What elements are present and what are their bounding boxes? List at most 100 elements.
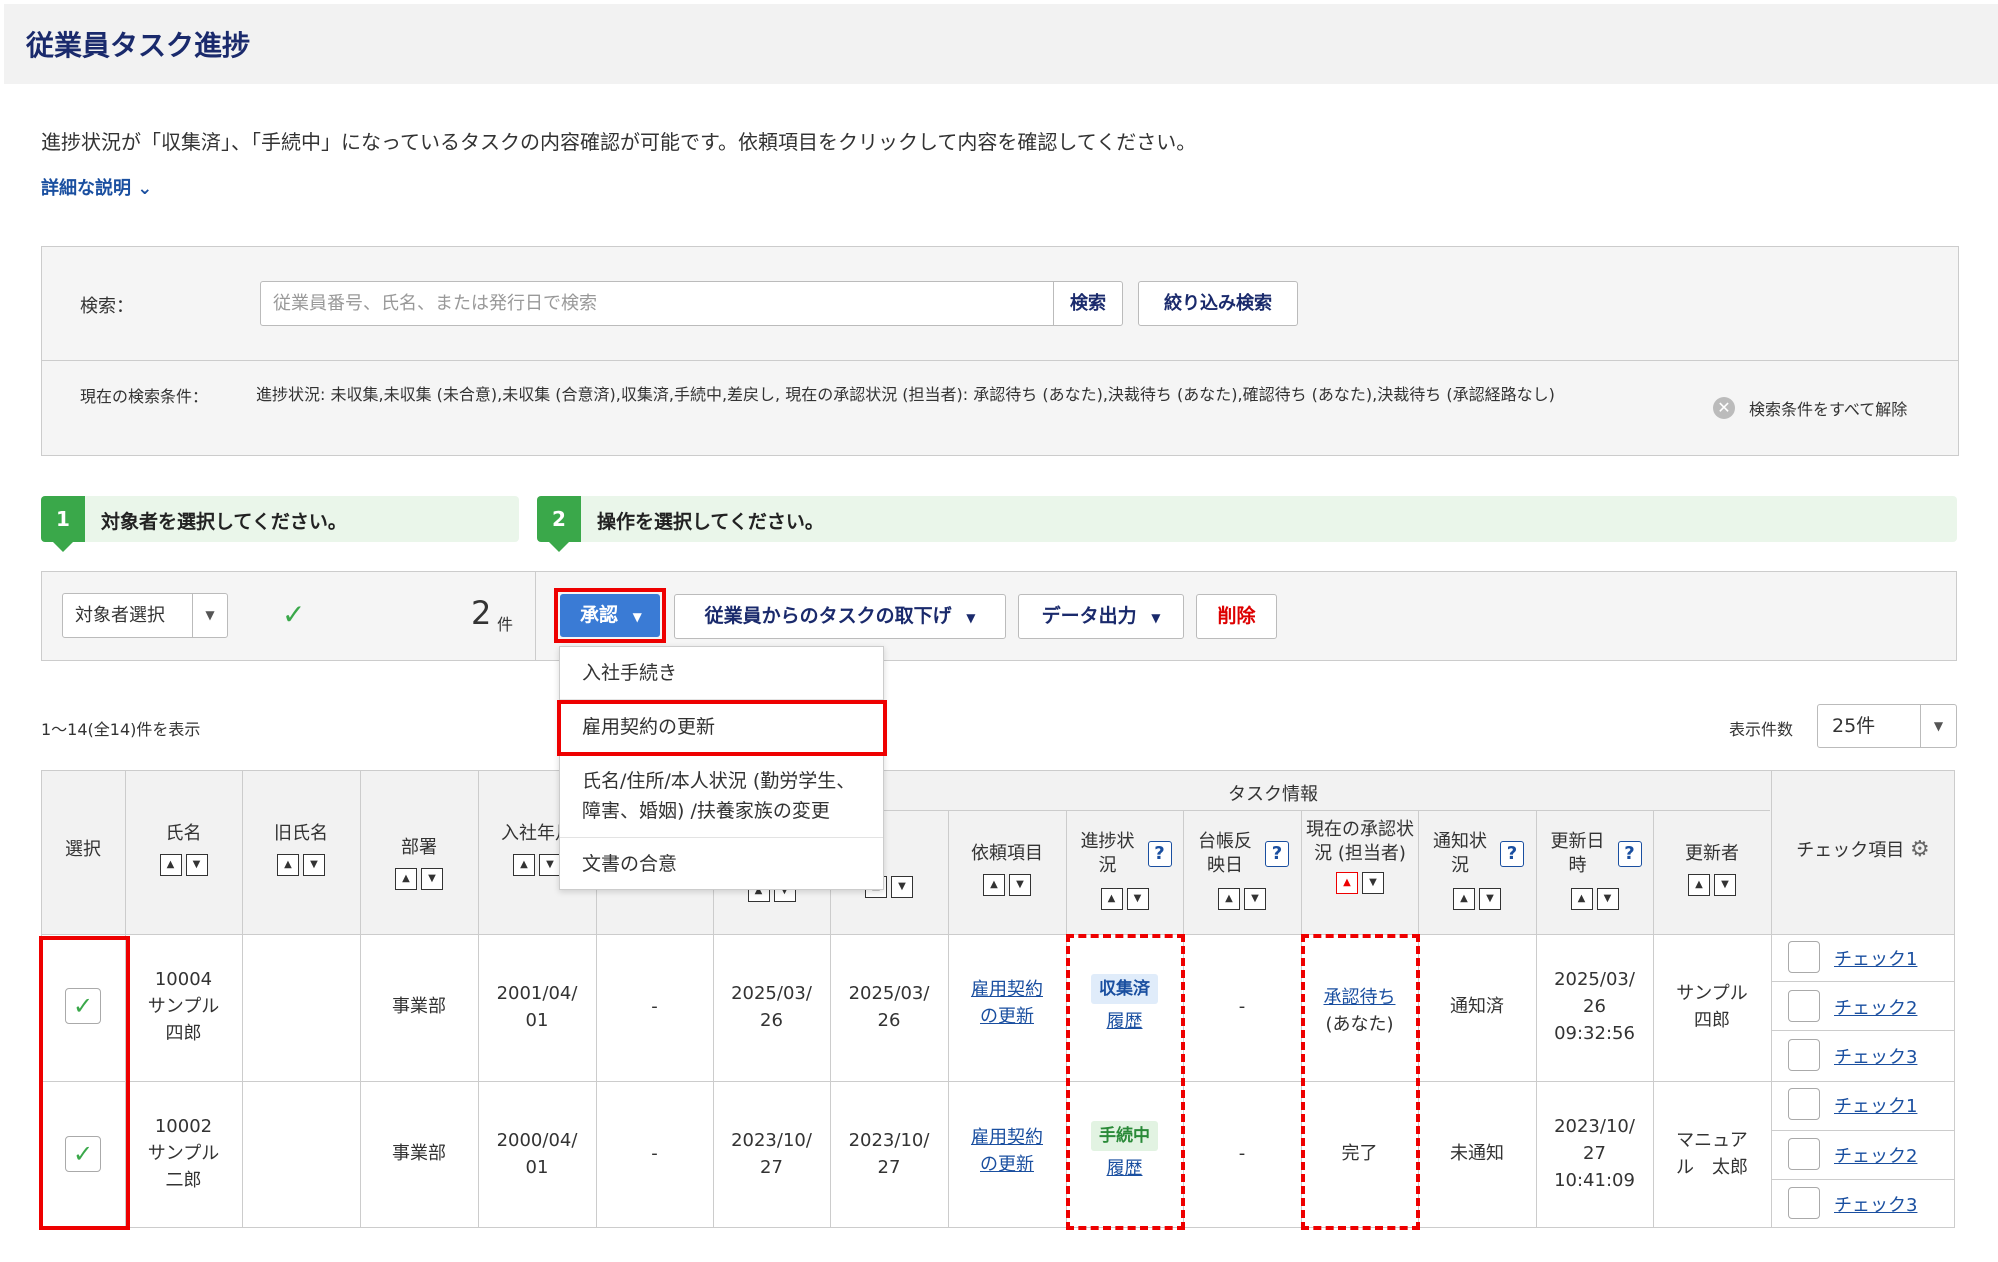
sort-up-icon[interactable]: ▲ (513, 854, 535, 876)
selected-count: 2 (471, 594, 492, 632)
help-icon[interactable]: ? (1500, 841, 1524, 867)
search-button[interactable]: 検索 (1053, 281, 1123, 326)
gear-icon[interactable]: ⚙ (1910, 837, 1930, 862)
sort-up-icon[interactable]: ▲ (1570, 888, 1593, 910)
help-icon[interactable]: ? (1265, 841, 1289, 867)
withdraw-button[interactable]: 従業員からのタスクの取下げ ▼ (674, 594, 1006, 639)
sort-down-icon[interactable]: ▼ (1244, 888, 1266, 910)
check-item-link[interactable]: チェック1 (1834, 945, 1917, 971)
menu-item[interactable]: 文書の合意 (560, 838, 883, 891)
sort-down-icon[interactable]: ▼ (1714, 874, 1736, 896)
col-header-old-name: 旧氏名 ▲ ▼ (242, 822, 360, 876)
date-cell: 2023/10/ 27 (848, 1130, 930, 1178)
step-1: 1 対象者を選択してください。 (41, 496, 519, 552)
check-item-link[interactable]: チェック2 (1834, 994, 1917, 1020)
sort-up-icon[interactable]: ▲ (1453, 888, 1475, 910)
highlight-box (557, 700, 887, 756)
date-cell: 2025/03/ 26 (848, 983, 930, 1031)
dept-cell: 事業部 (392, 1143, 446, 1164)
sort-up-icon[interactable]: ▲ (983, 874, 1005, 896)
notify-cell: 通知済 (1450, 996, 1504, 1017)
export-button[interactable]: データ出力 ▼ (1018, 594, 1184, 639)
page-header: 従業員タスク進捗 (4, 4, 1998, 84)
per-page-label: 表示件数 (1729, 720, 1794, 739)
page-title: 従業員タスク進捗 (26, 29, 251, 62)
sort-down-icon[interactable]: ▼ (421, 868, 443, 890)
caret-down-icon[interactable]: ▼ (192, 594, 227, 637)
hire-cell: 2000/04/ 01 (496, 1130, 578, 1178)
search-input[interactable]: 従業員番号、氏名、または発行日で検索 (260, 281, 1054, 326)
caret-down-icon[interactable]: ▼ (1920, 705, 1956, 747)
col-header-approval: 現在の承認状況 (担当者) ▲ ▼ (1305, 818, 1415, 894)
caret-down-icon: ▼ (966, 611, 976, 625)
help-icon[interactable]: ? (1617, 841, 1642, 867)
sort-down-icon[interactable]: ▼ (1009, 874, 1031, 896)
col-header-dept: 部署 ▲ ▼ (360, 836, 478, 890)
col-header-request: 依頼項目 ▲ ▼ (948, 842, 1066, 896)
sort-down-icon[interactable]: ▼ (1479, 888, 1501, 910)
chevron-down-icon: ⌄ (137, 178, 153, 199)
updater-cell: サンプル 四郎 (1676, 983, 1748, 1031)
search-label: 検索： (80, 296, 134, 317)
sort-up-icon[interactable]: ▲ (1218, 888, 1240, 910)
notify-cell: 未通知 (1450, 1143, 1504, 1164)
sort-down-icon[interactable]: ▼ (891, 876, 913, 898)
filter-search-button[interactable]: 絞り込み検索 (1138, 281, 1298, 326)
sort-up-icon[interactable]: ▲ (1336, 872, 1358, 894)
sort-down-icon[interactable]: ▼ (1126, 888, 1149, 910)
check-item-checkbox[interactable] (1788, 1187, 1820, 1219)
search-panel (41, 246, 1959, 456)
ledger-cell: - (1238, 1143, 1246, 1164)
check-item-checkbox[interactable] (1788, 1088, 1820, 1120)
sort-up-icon[interactable]: ▲ (1688, 874, 1710, 896)
col-header-updater: 更新者 ▲ ▼ (1653, 842, 1771, 896)
sort-up-icon[interactable]: ▲ (159, 854, 182, 876)
approve-button[interactable]: 承認 ▼ (560, 594, 660, 637)
menu-item[interactable]: 入社手続き (560, 647, 883, 700)
clear-conditions-link[interactable]: 検索条件をすべて解除 (1749, 396, 1907, 420)
date-cell: 2025/03/ 26 (731, 983, 812, 1031)
condition-label: 現在の検索条件： (80, 387, 209, 406)
cell-dash: - (651, 996, 658, 1017)
sort-up-icon[interactable]: ▲ (277, 854, 299, 876)
sort-down-icon[interactable]: ▼ (539, 854, 561, 876)
hire-cell: 2001/04/ 01 (496, 983, 578, 1031)
check-item-checkbox[interactable] (1788, 1039, 1820, 1071)
cell-dash: - (651, 1143, 658, 1164)
col-header-select: 選択 (65, 839, 101, 860)
check-item-checkbox[interactable] (1788, 941, 1820, 973)
check-item-checkbox[interactable] (1788, 1138, 1820, 1170)
checkmark-icon: ✓ (282, 598, 306, 631)
delete-button[interactable]: 削除 (1196, 594, 1277, 639)
request-link[interactable]: 雇用契約 の更新 (948, 1124, 1066, 1178)
sort-down-icon[interactable]: ▼ (185, 854, 208, 876)
clear-circle-icon[interactable]: ✕ (1713, 397, 1735, 419)
date-cell: 2023/10/ 27 (731, 1130, 812, 1178)
step-2: 2 操作を選択してください。 (537, 496, 1957, 552)
condition-text: 進捗状況: 未収集,未収集 (未合意),未収集 (合意済),収集済,手続中,差戻… (256, 385, 1555, 404)
check-item-link[interactable]: チェック2 (1834, 1142, 1917, 1168)
sort-down-icon[interactable]: ▼ (303, 854, 325, 876)
check-item-link[interactable]: チェック1 (1834, 1092, 1917, 1118)
sort-up-icon[interactable]: ▲ (395, 868, 417, 890)
menu-item[interactable]: 氏名/住所/本人状況 (勤労学生、障害、婚姻) /扶養家族の変更 (560, 754, 883, 838)
check-item-checkbox[interactable] (1788, 990, 1820, 1022)
request-link[interactable]: 雇用契約 の更新 (948, 976, 1066, 1030)
caret-down-icon: ▼ (1151, 611, 1161, 625)
sort-up-icon[interactable]: ▲ (1100, 888, 1123, 910)
updated-cell: 2023/10/ 27 10:41:09 (1554, 1116, 1635, 1191)
ledger-cell: - (1238, 996, 1246, 1017)
employee-id: 10002 サンプル 二郎 (147, 1116, 220, 1191)
highlight-dashed-box (1301, 934, 1420, 1230)
highlight-dashed-box (1066, 934, 1185, 1230)
col-header-progress: 進捗状況? ▲ ▼ (1066, 830, 1183, 910)
help-icon[interactable]: ? (1147, 841, 1172, 867)
detail-link[interactable]: 詳細な説明 ⌄ (41, 174, 152, 200)
highlight-box (39, 936, 130, 1230)
sort-down-icon[interactable]: ▼ (1362, 872, 1384, 894)
check-item-link[interactable]: チェック3 (1834, 1043, 1917, 1069)
sort-down-icon[interactable]: ▼ (1596, 888, 1619, 910)
col-header-notify: 通知状況? ▲ ▼ (1418, 830, 1536, 910)
col-header-name: 氏名 ▲ ▼ (125, 822, 242, 876)
check-item-link[interactable]: チェック3 (1834, 1191, 1917, 1217)
